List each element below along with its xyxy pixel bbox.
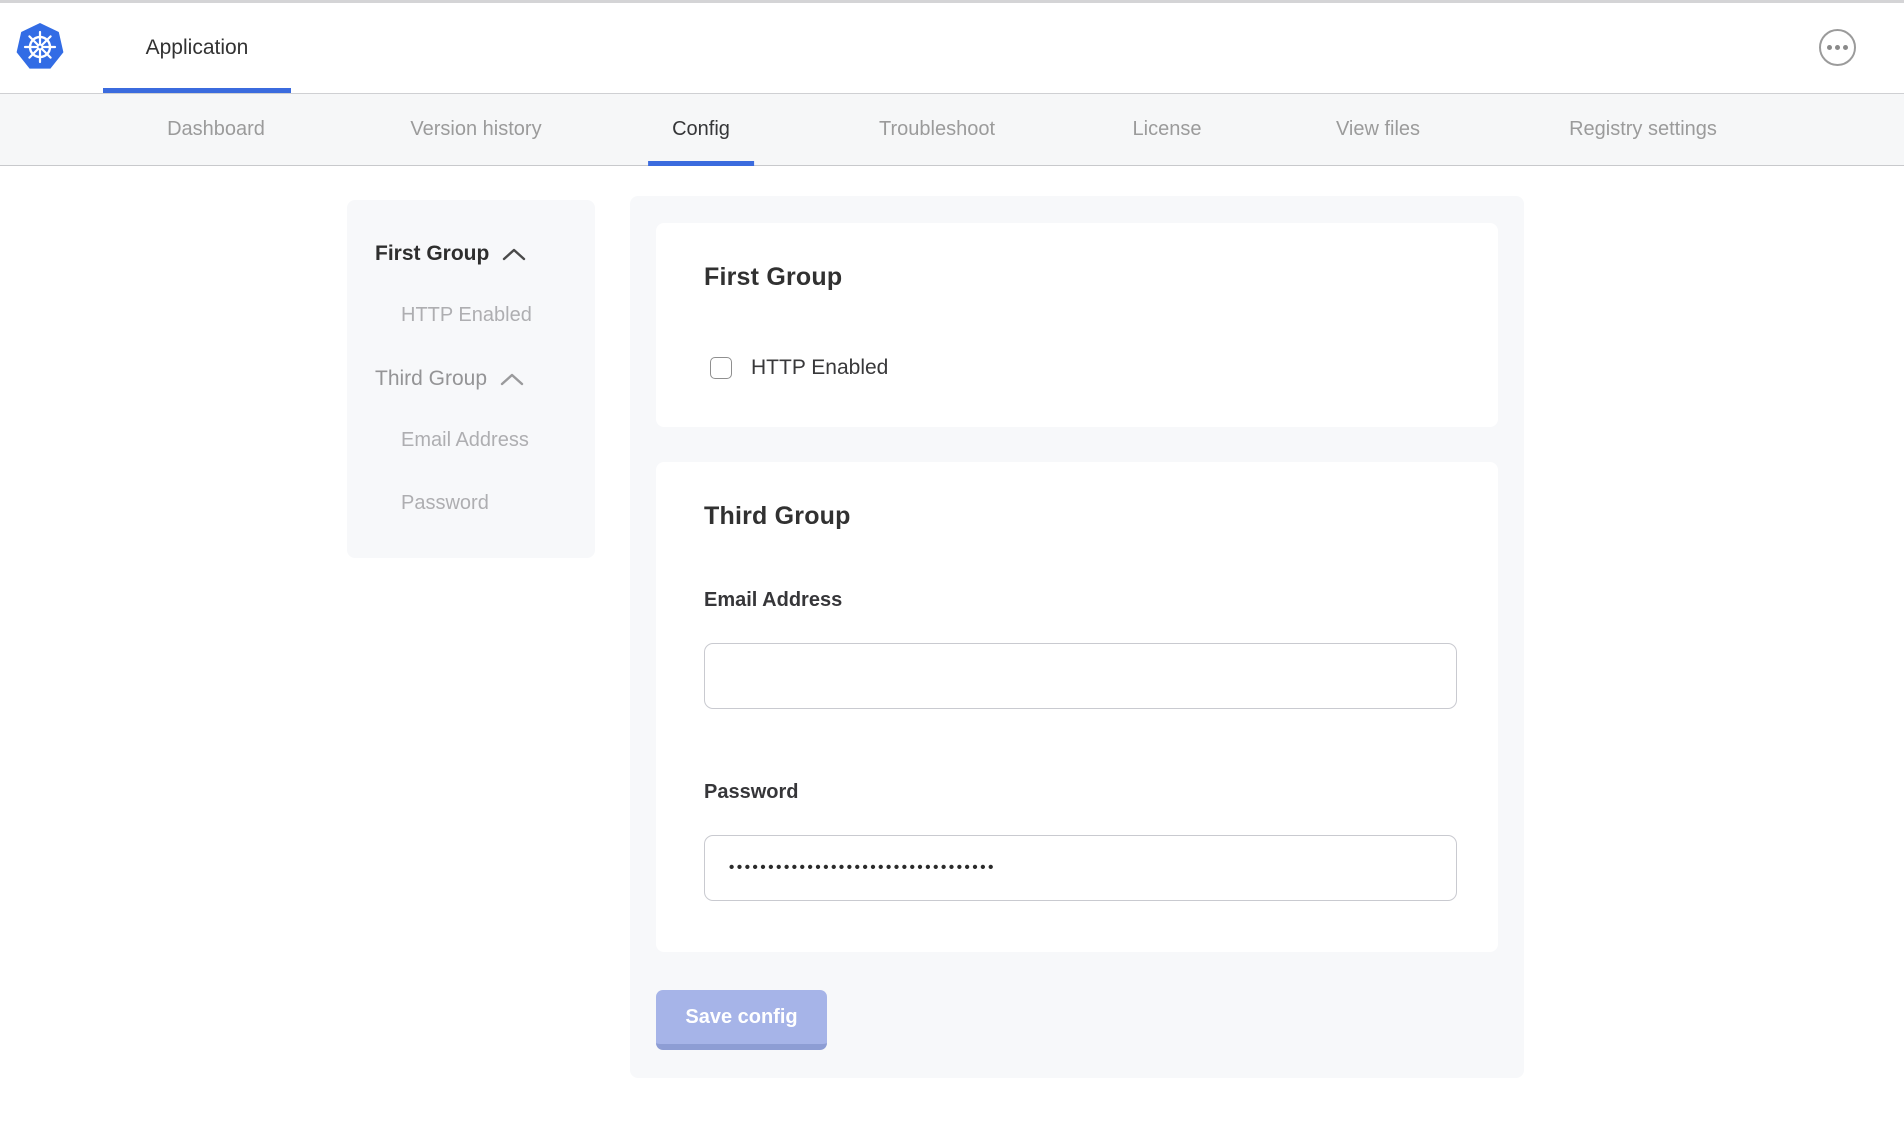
password-input[interactable]: •••••••••••••••••••••••••••••••••• xyxy=(704,835,1457,901)
tab-registry-settings[interactable]: Registry settings xyxy=(1569,94,1717,165)
config-group-card-third: Third Group Email Address Password •••••… xyxy=(656,462,1498,952)
email-address-input[interactable] xyxy=(704,643,1457,709)
chevron-up-icon[interactable] xyxy=(502,248,526,261)
masked-password-value: •••••••••••••••••••••••••••••••••• xyxy=(729,860,996,875)
chevron-up-icon[interactable] xyxy=(500,373,524,386)
sidebar-item-password[interactable]: Password xyxy=(375,492,575,515)
tab-dashboard[interactable]: Dashboard xyxy=(167,94,265,165)
config-group-card-first: First Group HTTP Enabled xyxy=(656,223,1498,427)
tab-view-files[interactable]: View files xyxy=(1336,94,1420,165)
console-nav-bar: Dashboard Version history Config Trouble… xyxy=(0,93,1904,166)
sidebar-item-third-group[interactable]: Third Group xyxy=(375,367,575,391)
application-tab[interactable]: Application xyxy=(103,3,291,93)
sidebar-group-label: Third Group xyxy=(375,367,487,391)
http-enabled-label: HTTP Enabled xyxy=(751,356,888,380)
application-tab-label: Application xyxy=(146,36,249,60)
tab-troubleshoot[interactable]: Troubleshoot xyxy=(879,94,995,165)
group-title: Third Group xyxy=(704,502,1450,531)
config-panel: First Group HTTP Enabled Third Group Ema… xyxy=(630,196,1524,1078)
ellipsis-icon xyxy=(1835,45,1840,50)
http-enabled-checkbox[interactable] xyxy=(710,357,732,379)
config-group-sidebar: First Group HTTP Enabled Third Group Ema… xyxy=(347,200,595,558)
tab-license[interactable]: License xyxy=(1133,94,1202,165)
save-config-button[interactable]: Save config xyxy=(656,990,827,1050)
tab-version-history[interactable]: Version history xyxy=(410,94,541,165)
sidebar-item-first-group[interactable]: First Group xyxy=(375,242,575,266)
http-enabled-row: HTTP Enabled xyxy=(710,356,1450,380)
kubernetes-logo-icon xyxy=(16,22,64,70)
ellipsis-icon xyxy=(1827,45,1832,50)
overflow-menu-button[interactable] xyxy=(1819,29,1856,66)
app-header: Application xyxy=(0,3,1904,93)
tab-config[interactable]: Config xyxy=(672,94,730,165)
ellipsis-icon xyxy=(1843,45,1848,50)
sidebar-group-label: First Group xyxy=(375,242,489,266)
password-label: Password xyxy=(704,781,1450,804)
email-address-label: Email Address xyxy=(704,589,1450,612)
sidebar-item-http-enabled[interactable]: HTTP Enabled xyxy=(375,304,575,327)
group-title: First Group xyxy=(704,263,1450,292)
sidebar-item-email-address[interactable]: Email Address xyxy=(375,429,575,452)
